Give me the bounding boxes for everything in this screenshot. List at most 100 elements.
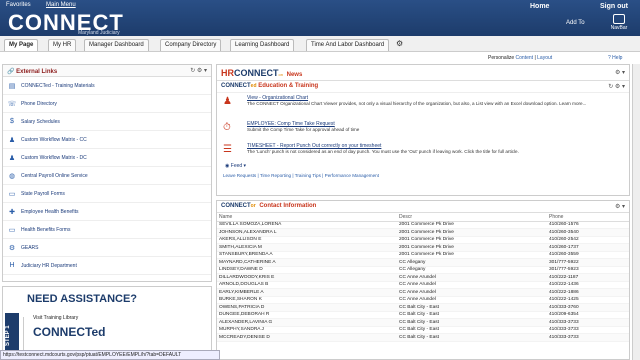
tab-my-hr[interactable]: My HR (48, 39, 77, 51)
cell-phone: 410/260-3559 (547, 251, 629, 259)
content-link[interactable]: Content (516, 55, 534, 61)
cell-descr: 2001 Commerce Pk Drive (397, 251, 547, 259)
external-link-item[interactable]: ▭ Health Benefits Forms (3, 221, 211, 239)
cell-name: MAYNARD,CATHERINE A (217, 258, 397, 267)
external-link-item[interactable]: ▭ State Payroll Forms (3, 185, 211, 203)
news-title: News (286, 72, 303, 78)
tab-time-labor-dashboard[interactable]: Time And Labor Dashboard (306, 39, 390, 51)
cell-phone: 410/260-1737 (547, 243, 629, 252)
table-row[interactable]: BURKE,SHARON K CC Anne Arundel 410/222-142… (217, 296, 629, 304)
external-link-item[interactable]: ▤ CONNECTed - Training Materials (3, 77, 211, 95)
contact-panel: CONNECTor Contact Information ⚙ ▾ Name D… (216, 200, 630, 360)
layout-link[interactable]: Layout (537, 55, 552, 61)
table-row[interactable]: JOHNSON,ALEXANDRA L 2001 Commerce Pk Driv… (217, 228, 629, 237)
org-chart-icon: ♟ (8, 154, 16, 162)
cell-name: DILLARDWOODY,KRIS E (217, 273, 397, 282)
cell-phone: 410/209-6354 (547, 311, 629, 319)
home-link[interactable]: Home (530, 3, 549, 10)
cell-phone: 410/222-1886 (547, 288, 629, 297)
panel-controls[interactable]: ↻ ⚙ ▾ (190, 67, 207, 74)
table-row[interactable]: EARLY,KIMBERLE A CC Anne Arundel 410/222-1… (217, 288, 629, 297)
cell-descr: 2001 Commerce Pk Drive (397, 236, 547, 244)
help-link[interactable]: ? Help (608, 55, 622, 61)
clock-icon: ⏱ (223, 122, 231, 133)
external-link-item[interactable]: ♟ Custom Workflow Matrix - CC (3, 131, 211, 149)
tab-learning-dashboard[interactable]: Learning Dashboard (230, 39, 295, 51)
external-links-header: 🔗 External Links ↻ ⚙ ▾ (3, 65, 211, 77)
link-icon: 🔗 (7, 69, 15, 75)
feed-link[interactable]: ◉ Feed ▾ (217, 163, 629, 173)
tab-manager-dashboard[interactable]: Manager Dashboard (84, 39, 149, 51)
cell-descr: CC Anne Arundel (397, 273, 547, 282)
article-body: The 'Lunch' punch is not considered as a… (247, 149, 519, 154)
external-link-item[interactable]: ♟ Custom Workflow Matrix - DC (3, 149, 211, 167)
article-title[interactable]: TIMESHEET - Report Punch Out correctly o… (247, 141, 629, 149)
table-row[interactable]: STANSBURY,BRENDA A 2001 Commerce Pk Drive… (217, 251, 629, 259)
table-row[interactable]: DILLARDWOODY,KRIS E CC Anne Arundel 410/22… (217, 273, 629, 282)
cell-phone: 410/260-2542 (547, 236, 629, 244)
table-row[interactable]: AKERS,ALLISON E 2001 Commerce Pk Drive 410… (217, 236, 629, 244)
navbar-button[interactable]: NavBar (604, 14, 634, 31)
cell-descr: CC Anne Arundel (397, 281, 547, 289)
tab-my-page[interactable]: My Page (4, 39, 39, 51)
contact-table: Name Descr Phone SEVILLA SOMOZA,LORENA 20… (217, 213, 629, 342)
cell-phone: 301/777-5922 (547, 258, 629, 267)
favorites-menu[interactable]: Favorites (6, 2, 31, 8)
external-link-item[interactable]: ⚙ GEARS (3, 239, 211, 257)
gear-icon[interactable]: ⚙ (396, 39, 403, 48)
main-menu[interactable]: Main Menu (46, 2, 76, 8)
external-link-item[interactable]: $ Salary Schedules (3, 113, 211, 131)
org-chart-icon: ♟ (8, 136, 16, 144)
training-library-link[interactable]: Visit Training Library (33, 315, 78, 321)
page-scrollbar[interactable] (632, 64, 640, 360)
external-link-item[interactable]: H Judiciary HR Department (3, 257, 211, 275)
sign-out-link[interactable]: Sign out (600, 3, 628, 10)
cell-name: AKERS,ALLISON E (217, 236, 397, 244)
table-row[interactable]: MCCREADY,DENISE D CC Balt City - East 410/… (217, 333, 629, 342)
column-header-phone[interactable]: Phone (547, 213, 629, 222)
table-row[interactable]: DUNGEE,DEBORAH R CC Balt City - East 410/2… (217, 311, 629, 319)
news-article: ⏱ EMPLOYEE: Comp Time Take Request Submi… (217, 119, 629, 141)
top-banner: Favorites Main Menu CONNECT Maryland Jud… (0, 0, 640, 36)
column-header-descr[interactable]: Descr (397, 213, 547, 222)
cell-phone: 410/333-3733 (547, 318, 629, 327)
table-row[interactable]: ARNOLD,DOUGLAS B CC Anne Arundel 410/222-1… (217, 281, 629, 289)
external-link-label: CONNECTed - Training Materials (21, 82, 95, 89)
news-quick-links[interactable]: Leave Requests | Time Reporting | Traini… (217, 173, 629, 178)
table-row[interactable]: OWENS,PATRICIA D CC Balt City - East 410/3… (217, 303, 629, 312)
table-row[interactable]: SEVILLA SOMOZA,LORENA 2001 Commerce Pk Dr… (217, 221, 629, 229)
article-title[interactable]: View - Organizational Chart (247, 93, 629, 101)
document-icon: ▭ (8, 226, 16, 234)
table-row[interactable]: LINDSEY,DAWNE D CC Allegany 301/777-5923 (217, 266, 629, 274)
external-link-item[interactable]: ✚ Employee Health Benefits (3, 203, 211, 221)
add-to-menu[interactable]: Add To (566, 20, 585, 26)
document-icon: ▭ (8, 190, 16, 198)
on-text: on (278, 72, 283, 77)
cell-name: JOHNSON,ALEXANDRA L (217, 228, 397, 237)
news-controls[interactable]: ⚙ ▾ (615, 69, 625, 76)
external-links-panel: 🔗 External Links ↻ ⚙ ▾ ▤ CONNECTed - Trai… (2, 64, 212, 282)
table-row[interactable]: MAYNARD,CATHERINE A CC Allegany 301/777-59… (217, 258, 629, 267)
table-row[interactable]: MURPHY,SANDRA J CC Balt City - East 410/33… (217, 326, 629, 334)
education-controls[interactable]: ↻ ⚙ ▾ (608, 83, 625, 90)
external-link-item[interactable]: ◍ Central Payroll Online Service (3, 167, 211, 185)
connect-logo-text: CONNECT (234, 68, 279, 78)
contact-controls[interactable]: ⚙ ▾ (615, 203, 625, 210)
cell-descr: CC Balt City - East (397, 333, 547, 342)
hr-logo-text: HR (221, 68, 234, 78)
contact-connect-text: CONNECT (221, 203, 251, 209)
cell-phone: 301/777-5923 (547, 266, 629, 274)
article-title[interactable]: EMPLOYEE: Comp Time Take Request (247, 119, 629, 127)
tab-company-directory[interactable]: Company Directory (160, 39, 222, 51)
table-row[interactable]: ALEXANDER,LAVINIA G CC Balt City - East 41… (217, 318, 629, 327)
gear-icon: ⚙ (8, 244, 16, 252)
table-row[interactable]: SMITH,ALEXICIA M 2001 Commerce Pk Drive 41… (217, 243, 629, 252)
cell-phone: 410/333-3733 (547, 333, 629, 342)
cell-name: STANSBURY,BRENDA A (217, 251, 397, 259)
column-header-name[interactable]: Name (217, 213, 397, 222)
education-subheader: CONNECTed Education & Training ↻ ⚙ ▾ (217, 81, 629, 93)
external-link-item[interactable]: ☏ Phone Directory (3, 95, 211, 113)
cell-descr: CC Balt City - East (397, 303, 547, 312)
cell-name: MCCREADY,DENISE D (217, 333, 397, 342)
cell-descr: CC Anne Arundel (397, 296, 547, 304)
